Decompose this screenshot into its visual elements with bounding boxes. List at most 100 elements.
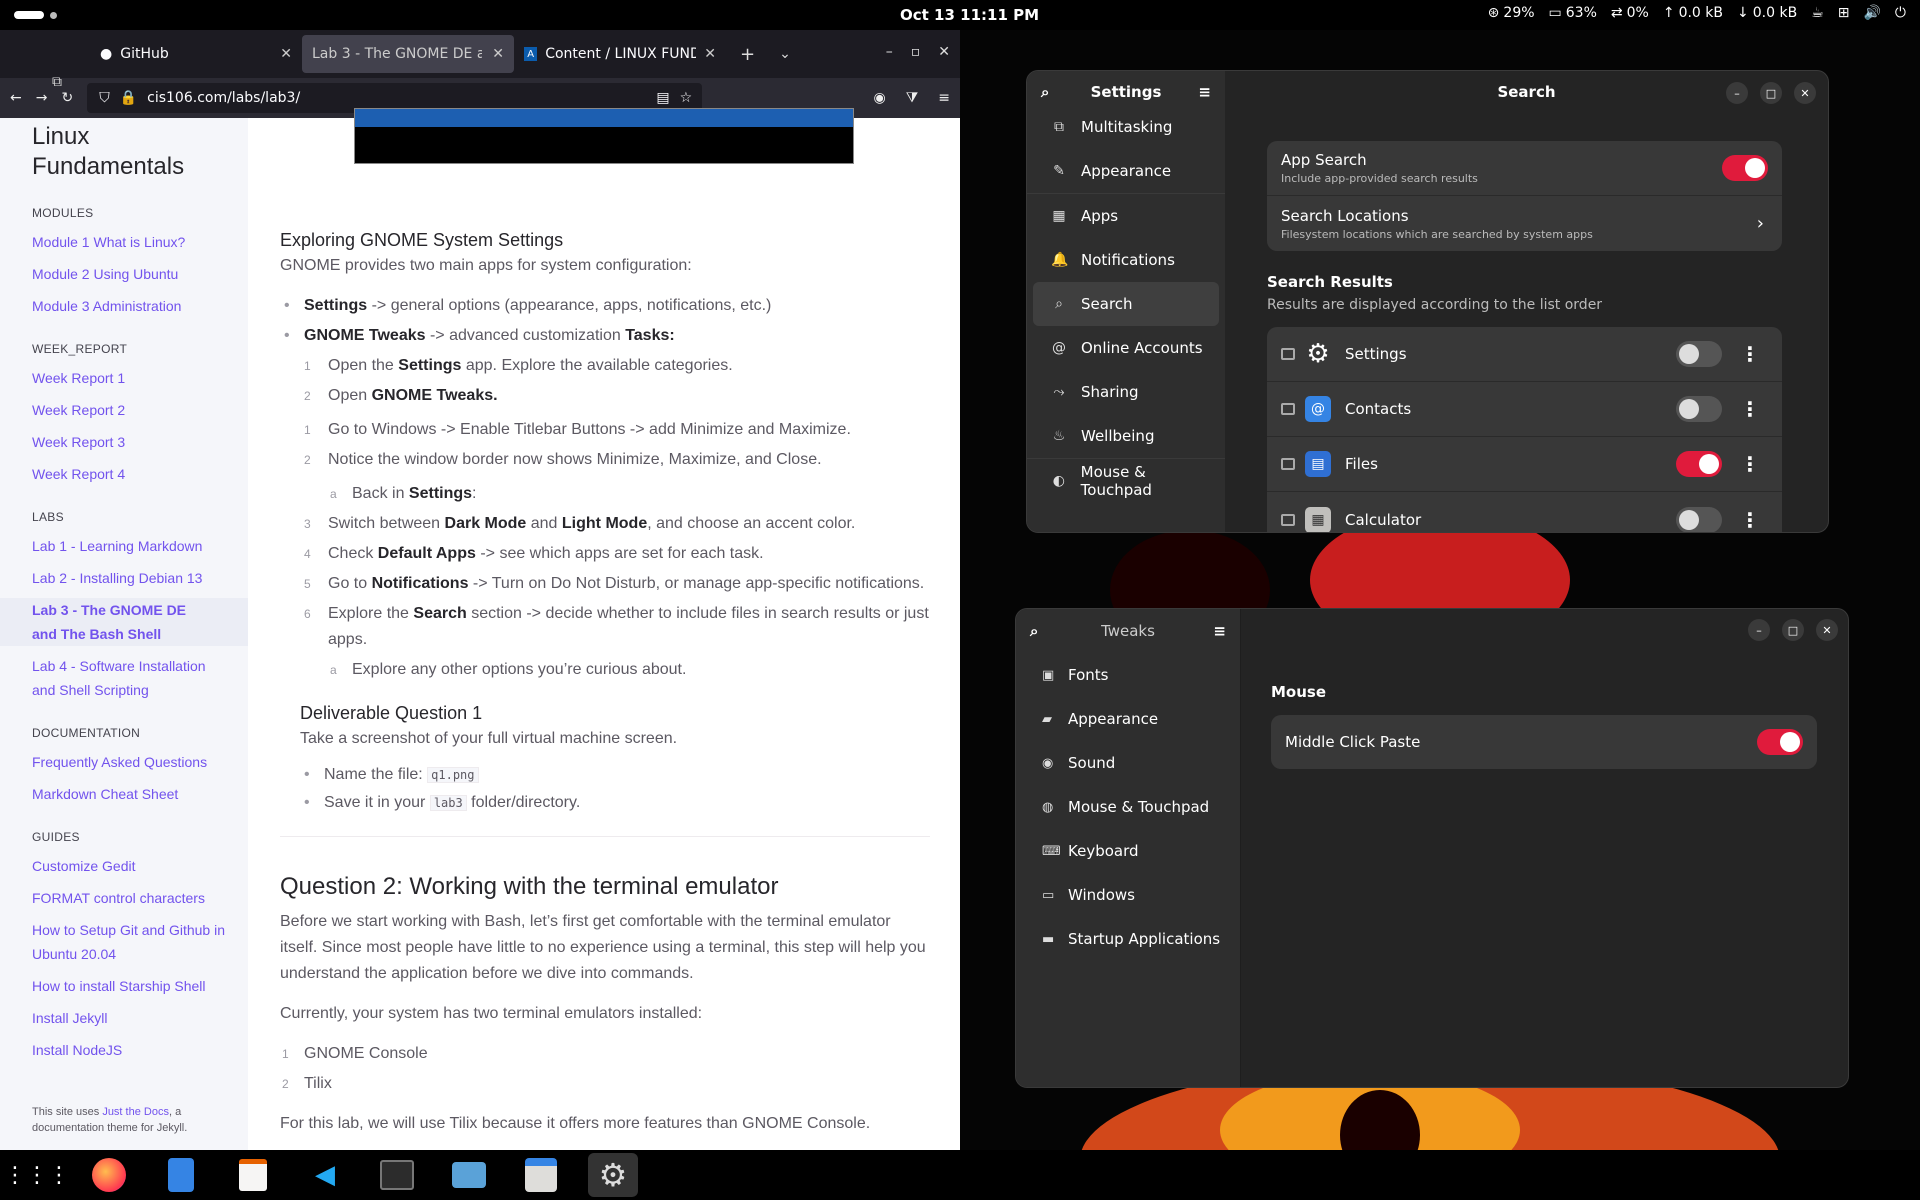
bookmark-star-icon[interactable]: ☆ [680,90,693,106]
files-search-toggle[interactable] [1676,451,1722,477]
menu-icon[interactable]: ≡ [938,90,950,106]
lock-icon[interactable]: 🔒 [120,90,137,106]
text-editor-icon[interactable] [228,1153,278,1197]
tab-content[interactable]: A Content / LINUX FUNDAM ✕ [514,35,726,73]
tweaks-nav-windows[interactable]: ▭ Windows [1016,873,1240,917]
settings-search-toggle[interactable] [1676,341,1722,367]
nav-link-jekyll[interactable]: Install Jekyll [32,1006,232,1030]
minimize-button[interactable]: – [1726,82,1748,104]
drag-handle-icon[interactable] [1281,513,1295,526]
minimize-icon[interactable]: – [886,44,893,60]
close-tab-icon[interactable]: ✕ [492,46,504,62]
coffee-icon[interactable]: ☕ [1811,5,1824,21]
settings-nav-notifications[interactable]: 🔔 Notifications [1033,238,1219,282]
system-status-area[interactable]: ⊛ 29% ▭ 63% ⇄ 0% ↑ 0.0 kB ↓ 0.0 kB ☕ ⊞ 🔊 ⏻ [1488,5,1906,21]
search-locations-row[interactable]: Search Locations Filesystem locations whi… [1267,196,1782,251]
settings-nav-wellbeing[interactable]: ♨ Wellbeing [1033,414,1219,458]
shield-icon[interactable]: ⛉ [99,90,110,106]
nav-link-customize-gedit[interactable]: Customize Gedit [32,854,232,878]
nav-link-module-3[interactable]: Module 3 Administration [32,294,232,318]
volume-icon[interactable]: 🔊 [1863,5,1880,21]
tab-lab3[interactable]: Lab 3 - The GNOME DE and ✕ [302,35,514,73]
settings-nav-apps[interactable]: ▦ Apps [1033,194,1219,238]
middle-click-paste-toggle[interactable] [1757,729,1803,755]
maximize-button[interactable]: □ [1760,82,1782,104]
drag-handle-icon[interactable] [1281,458,1295,470]
settings-nav-online-accounts[interactable]: @ Online Accounts [1033,326,1219,370]
firefox-icon[interactable] [84,1153,134,1197]
url-text[interactable]: cis106.com/labs/lab3/ [147,90,300,106]
close-tab-icon[interactable]: ✕ [280,46,292,62]
power-icon[interactable]: ⏻ [1895,5,1906,21]
search-result-row[interactable]: ▦ Calculator ⋮ [1267,492,1782,532]
more-options-icon[interactable]: ⋮ [1740,508,1760,532]
close-icon[interactable]: ✕ [938,44,950,60]
nav-link-week-3[interactable]: Week Report 3 [32,430,232,454]
tweaks-nav-startup-applications[interactable]: ▬ Startup Applications [1016,917,1240,961]
back-icon[interactable]: ← [10,90,22,106]
search-icon[interactable]: ⌕ [1041,83,1049,101]
site-title[interactable]: Linux Fundamentals [32,122,202,182]
tab-github[interactable]: ● GitHub ✕ [90,35,302,73]
search-result-row[interactable]: @ Contacts ⋮ [1267,382,1782,437]
search-result-row[interactable]: ▤ Files ⋮ [1267,437,1782,492]
hamburger-menu-icon[interactable]: ≡ [1198,83,1211,101]
nav-link-faq[interactable]: Frequently Asked Questions [32,750,232,774]
hamburger-menu-icon[interactable]: ≡ [1213,622,1226,640]
search-result-row[interactable]: ⚙ Settings ⋮ [1267,327,1782,382]
tweaks-nav-sound[interactable]: ◉ Sound [1016,741,1240,785]
tweaks-nav-fonts[interactable]: ▣ Fonts [1016,653,1240,697]
drag-handle-icon[interactable] [1281,403,1295,415]
tweaks-nav-appearance[interactable]: ▰ Appearance [1016,697,1240,741]
nav-link-nodejs[interactable]: Install NodeJS [32,1038,232,1062]
settings-nav-mouse-touchpad[interactable]: ◐ Mouse & Touchpad [1033,459,1219,503]
nav-link-starship[interactable]: How to install Starship Shell [32,974,232,998]
nav-link-format-control[interactable]: FORMAT control characters [32,886,232,910]
tab-overview-icon[interactable]: ⧉ [52,74,62,90]
nav-link-markdown-cheat-sheet[interactable]: Markdown Cheat Sheet [32,782,232,806]
network-icon[interactable]: ⊞ [1838,5,1850,21]
app-search-row[interactable]: App Search Include app-provided search re… [1267,141,1782,196]
settings-icon[interactable]: ⚙ [588,1153,638,1197]
calculator-search-toggle[interactable] [1676,506,1722,532]
tweaks-icon[interactable] [516,1153,566,1197]
close-tab-icon[interactable]: ✕ [704,46,716,62]
maximize-button[interactable]: □ [1782,619,1804,641]
nav-link-lab-1[interactable]: Lab 1 - Learning Markdown [32,534,232,558]
nav-link-week-2[interactable]: Week Report 2 [32,398,232,422]
more-options-icon[interactable]: ⋮ [1740,397,1760,421]
tweaks-nav-mouse-touchpad[interactable]: ◍ Mouse & Touchpad [1016,785,1240,829]
search-icon[interactable]: ⌕ [1030,622,1038,640]
tab-list-icon[interactable]: ⌄ [779,46,791,62]
new-tab-icon[interactable]: + [740,44,755,65]
reload-icon[interactable]: ↻ [61,90,73,106]
close-button[interactable]: ✕ [1816,619,1838,641]
minimize-button[interactable]: – [1748,619,1770,641]
nav-link-week-1[interactable]: Week Report 1 [32,366,232,390]
activities-indicator[interactable] [14,11,57,19]
vscode-icon[interactable]: ◀ [300,1153,350,1197]
more-options-icon[interactable]: ⋮ [1740,342,1760,366]
reader-view-icon[interactable]: ▤ [656,90,669,106]
settings-nav-search[interactable]: ⌕ Search [1033,282,1219,326]
maximize-icon[interactable]: ▫ [911,44,921,60]
nav-link-lab-4[interactable]: Lab 4 - Software Installation and Shell … [32,654,232,702]
nav-link-week-4[interactable]: Week Report 4 [32,462,232,486]
screenshot-icon[interactable] [444,1153,494,1197]
just-the-docs-link[interactable]: Just the Docs [102,1106,169,1118]
app-search-toggle[interactable] [1722,155,1768,181]
extensions-icon[interactable]: ⧩ [906,90,919,106]
drag-handle-icon[interactable] [1281,348,1295,360]
settings-nav-sharing[interactable]: ⤳ Sharing [1033,370,1219,414]
nav-link-git-github[interactable]: How to Setup Git and Github in Ubuntu 20… [32,918,232,966]
terminal-icon[interactable] [372,1153,422,1197]
app-grid-icon[interactable]: ⋮⋮⋮ [4,1153,70,1197]
nav-link-lab-3[interactable]: Lab 3 - The GNOME DE and The Bash Shell [0,598,248,646]
nav-link-lab-2[interactable]: Lab 2 - Installing Debian 13 [32,566,232,590]
nav-link-module-1[interactable]: Module 1 What is Linux? [32,230,232,254]
contacts-search-toggle[interactable] [1676,396,1722,422]
more-options-icon[interactable]: ⋮ [1740,452,1760,476]
clock[interactable]: Oct 13 11:11 PM [900,6,1039,24]
forward-icon[interactable]: → [36,90,48,106]
nav-link-module-2[interactable]: Module 2 Using Ubuntu [32,262,232,286]
